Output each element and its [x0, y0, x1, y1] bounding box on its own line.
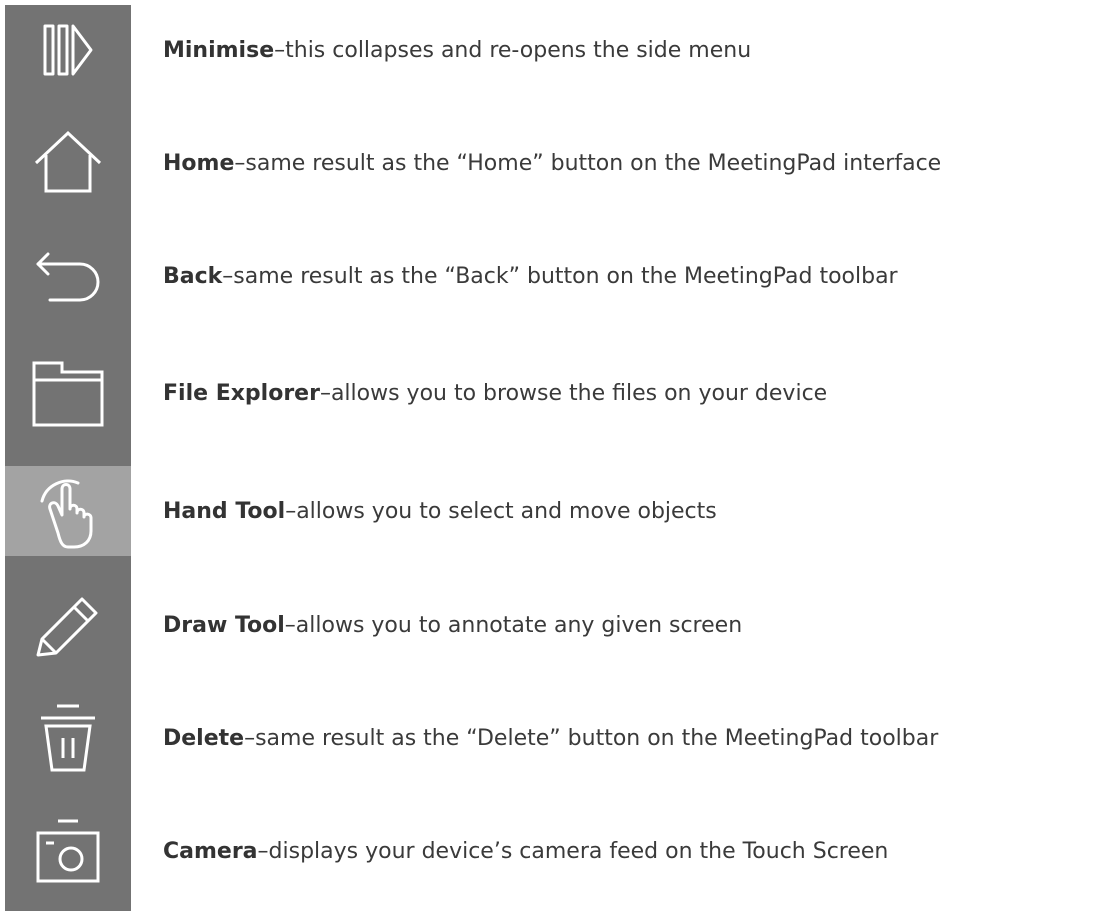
- item-separator: –: [319, 380, 331, 406]
- item-separator: –: [222, 263, 234, 289]
- item-text: this collapses and re-opens the side men…: [285, 37, 752, 63]
- item-text: same result as the “Delete” button on th…: [255, 725, 939, 751]
- item-text: allows you to annotate any given screen: [295, 612, 743, 638]
- draw-tool-button[interactable]: [5, 580, 131, 670]
- item-separator: –: [244, 725, 256, 751]
- item-name: Draw Tool: [163, 612, 285, 638]
- item-text: allows you to select and move objects: [296, 498, 717, 524]
- hand-tool-description: Hand Tool – allows you to select and mov…: [163, 466, 717, 556]
- menu-row-file-explorer: File Explorer – allows you to browse the…: [0, 348, 1106, 438]
- draw-tool-description: Draw Tool – allows you to annotate any g…: [163, 580, 742, 670]
- item-text: allows you to browse the files on your d…: [330, 380, 828, 406]
- file-explorer-button[interactable]: [5, 348, 131, 438]
- delete-button[interactable]: [5, 693, 131, 783]
- item-text: same result as the “Home” button on the …: [245, 150, 942, 176]
- camera-button[interactable]: [5, 806, 131, 896]
- home-icon: [34, 130, 102, 193]
- menu-row-minimise: Minimise – this collapses and re-opens t…: [0, 5, 1106, 95]
- pencil-icon: [36, 597, 98, 657]
- hand-icon: [40, 479, 93, 549]
- camera-icon: [36, 819, 100, 883]
- item-separator: –: [257, 838, 269, 864]
- item-name: Camera: [163, 838, 258, 864]
- home-description: Home – same result as the “Home” button …: [163, 118, 941, 208]
- back-icon: [36, 252, 100, 302]
- item-name: Hand Tool: [163, 498, 286, 524]
- menu-row-draw-tool: Draw Tool – allows you to annotate any g…: [0, 580, 1106, 670]
- hand-tool-button[interactable]: [5, 466, 131, 556]
- file-explorer-description: File Explorer – allows you to browse the…: [163, 348, 827, 438]
- item-name: File Explorer: [163, 380, 320, 406]
- item-name: Back: [163, 263, 223, 289]
- item-name: Minimise: [163, 37, 275, 63]
- menu-row-home: Home – same result as the “Home” button …: [0, 118, 1106, 208]
- item-separator: –: [234, 150, 246, 176]
- minimise-description: Minimise – this collapses and re-opens t…: [163, 5, 751, 95]
- item-separator: –: [274, 37, 286, 63]
- delete-description: Delete – same result as the “Delete” but…: [163, 693, 938, 783]
- home-button[interactable]: [5, 118, 131, 208]
- menu-row-camera: Camera – displays your device’s camera f…: [0, 806, 1106, 896]
- menu-row-back: Back – same result as the “Back” button …: [0, 231, 1106, 321]
- camera-description: Camera – displays your device’s camera f…: [163, 806, 888, 896]
- trash-icon: [41, 704, 95, 772]
- back-button[interactable]: [5, 231, 131, 321]
- minimise-icon: [43, 24, 93, 76]
- menu-row-delete: Delete – same result as the “Delete” but…: [0, 693, 1106, 783]
- menu-row-hand-tool: Hand Tool – allows you to select and mov…: [0, 466, 1106, 556]
- item-separator: –: [284, 612, 296, 638]
- minimise-button[interactable]: [5, 5, 131, 95]
- item-text: displays your device’s camera feed on th…: [268, 838, 889, 864]
- item-name: Delete: [163, 725, 245, 751]
- back-description: Back – same result as the “Back” button …: [163, 231, 898, 321]
- item-separator: –: [285, 498, 297, 524]
- item-name: Home: [163, 150, 235, 176]
- item-text: same result as the “Back” button on the …: [233, 263, 898, 289]
- folder-icon: [32, 361, 104, 427]
